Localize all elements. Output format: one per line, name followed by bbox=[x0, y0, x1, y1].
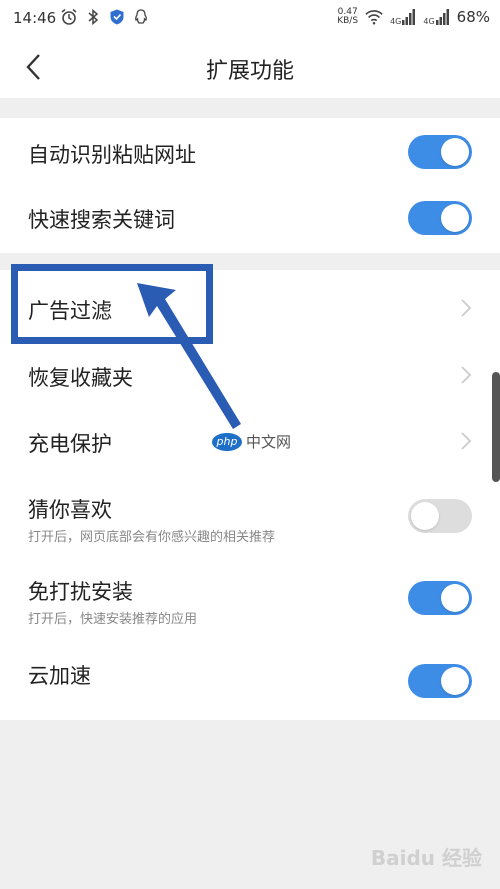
net-speed-unit: KB/S bbox=[337, 16, 359, 26]
scrollbar-thumb[interactable] bbox=[492, 372, 500, 482]
chevron-right-icon bbox=[461, 299, 472, 317]
guess-you-like-toggle[interactable] bbox=[408, 499, 472, 533]
setting-row-no-disturb-install[interactable]: 免打扰安装 打开后，快速安装推荐的应用 bbox=[0, 556, 500, 640]
setting-label: 恢复收藏夹 bbox=[28, 366, 133, 390]
battery-level: 68% bbox=[456, 8, 490, 26]
setting-description: 打开后，网页底部会有你感兴趣的相关推荐 bbox=[28, 530, 276, 545]
signal-1: 4G bbox=[390, 8, 416, 26]
no-disturb-install-toggle[interactable] bbox=[408, 581, 472, 615]
setting-row-guess-you-like[interactable]: 猜你喜欢 打开后，网页底部会有你感兴趣的相关推荐 bbox=[0, 474, 500, 556]
toggle-knob bbox=[441, 204, 469, 232]
setting-label: 免打扰安装 bbox=[28, 580, 133, 604]
cloud-accelerate-toggle[interactable] bbox=[408, 664, 472, 698]
setting-description: 打开后，快速安装推荐的应用 bbox=[28, 612, 198, 627]
chevron-right-icon bbox=[461, 432, 472, 450]
setting-row-restore-bookmarks[interactable]: 恢复收藏夹 bbox=[0, 342, 500, 408]
setting-label: 自动识别粘贴网址 bbox=[28, 143, 196, 167]
wifi-icon bbox=[365, 10, 383, 25]
settings-group-1: 自动识别粘贴网址 快速搜索关键词 bbox=[0, 118, 500, 253]
alarm-icon bbox=[61, 8, 77, 25]
setting-label: 充电保护 bbox=[28, 432, 112, 456]
toggle-knob bbox=[441, 584, 469, 612]
setting-row-quick-search[interactable]: 快速搜索关键词 bbox=[0, 185, 500, 253]
qq-icon bbox=[135, 9, 147, 24]
signal-bars-icon bbox=[402, 9, 416, 25]
signal-2: 4G bbox=[423, 8, 449, 26]
toggle-knob bbox=[411, 502, 439, 530]
signal-1-label: 4G bbox=[390, 17, 402, 26]
quick-search-toggle[interactable] bbox=[408, 201, 472, 235]
setting-label: 猜你喜欢 bbox=[28, 498, 112, 522]
setting-label: 云加速 bbox=[28, 664, 91, 688]
setting-row-auto-paste[interactable]: 自动识别粘贴网址 bbox=[0, 118, 500, 185]
bluetooth-icon bbox=[88, 8, 99, 26]
toggle-knob bbox=[441, 138, 469, 166]
annotation-highlight-box bbox=[11, 264, 213, 344]
setting-row-cloud-accelerate[interactable]: 云加速 bbox=[0, 640, 500, 720]
setting-label: 快速搜索关键词 bbox=[28, 208, 175, 232]
baidu-watermark: Baidu 经验 bbox=[370, 846, 482, 870]
status-bar: 14:46 0.47 KB/S 4G 4G 68% bbox=[0, 0, 500, 36]
toggle-knob bbox=[441, 667, 469, 695]
php-watermark: php 中文网 bbox=[212, 431, 291, 452]
nav-bar: 扩展功能 bbox=[0, 36, 500, 98]
php-logo: php bbox=[212, 432, 242, 451]
shield-icon bbox=[110, 9, 124, 25]
chevron-right-icon bbox=[461, 366, 472, 384]
status-time: 14:46 bbox=[13, 9, 57, 27]
page-title: 扩展功能 bbox=[205, 59, 294, 84]
php-watermark-text: 中文网 bbox=[246, 433, 292, 451]
signal-bars-icon bbox=[435, 9, 449, 25]
auto-paste-toggle[interactable] bbox=[408, 135, 472, 169]
net-speed-indicator: 0.47 KB/S bbox=[337, 8, 358, 26]
signal-2-label: 4G bbox=[423, 17, 435, 26]
